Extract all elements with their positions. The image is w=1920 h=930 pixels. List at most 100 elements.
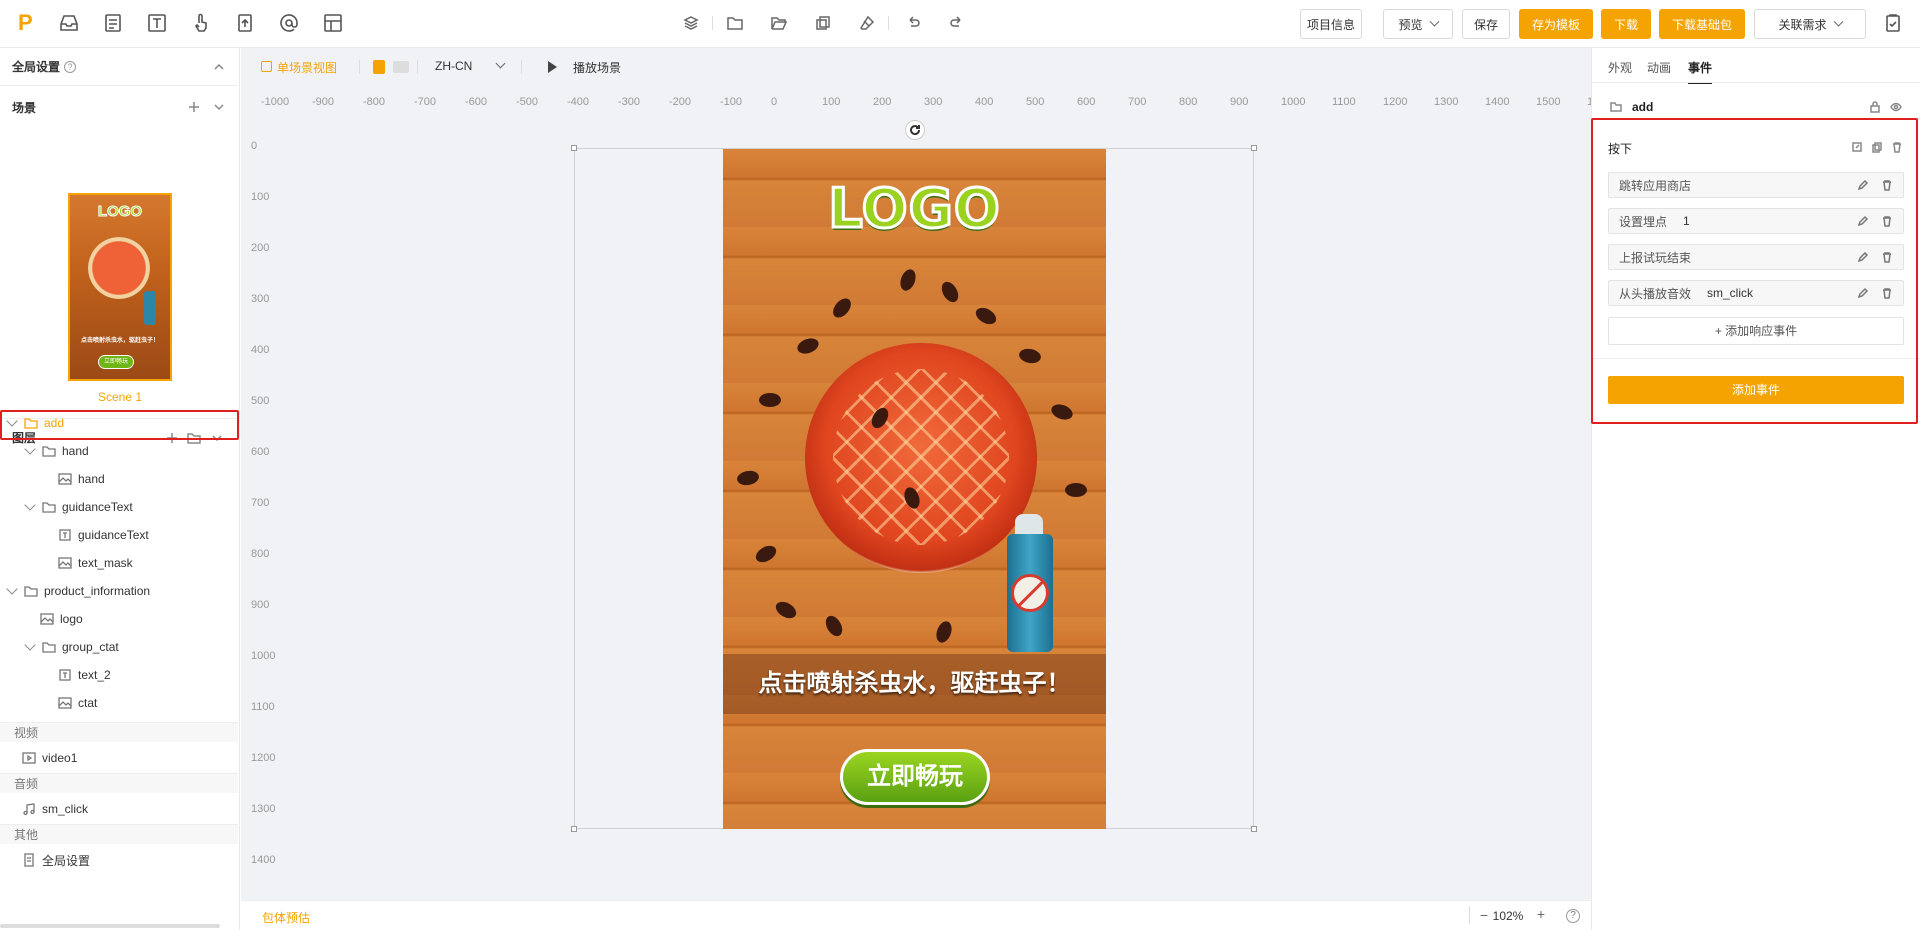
layout-icon[interactable] — [322, 12, 344, 34]
package-size-estimate[interactable]: 包体预估 — [262, 909, 310, 926]
scene-name[interactable]: Scene 1 — [0, 390, 240, 404]
layer-text-mask[interactable]: text_mask — [0, 550, 238, 576]
ruler-tick-label: 600 — [1077, 96, 1096, 108]
resize-handle[interactable] — [571, 826, 577, 832]
hand-pointer-icon[interactable] — [190, 12, 212, 34]
chevron-down-icon[interactable] — [212, 100, 226, 114]
game-play-button[interactable]: 立即畅玩 — [840, 749, 990, 805]
canvas-bottom-bar: 包体预估 − 102% + ? — [241, 900, 1591, 930]
ruler-tick-label: 600 — [251, 446, 270, 458]
play-scene-button[interactable]: 播放场景 — [573, 59, 621, 76]
tab-appearance[interactable]: 外观 — [1608, 59, 1632, 76]
thumb-play-button: 立即畅玩 — [98, 355, 134, 369]
layer-video1[interactable]: video1 — [0, 745, 238, 771]
save-template-button[interactable]: 存为模板 — [1519, 9, 1593, 39]
chevron-up-icon[interactable] — [212, 60, 226, 74]
eye-icon[interactable] — [1890, 101, 1902, 113]
layer-sm-click[interactable]: sm_click — [0, 796, 238, 822]
help-icon[interactable]: ? — [1566, 909, 1580, 923]
document-icon[interactable] — [102, 12, 124, 34]
file-upload-icon[interactable] — [234, 12, 256, 34]
chevron-down-icon — [1429, 16, 1439, 27]
chevron-down-icon[interactable] — [495, 58, 506, 69]
resize-handle[interactable] — [1251, 145, 1257, 151]
bug — [1049, 401, 1075, 423]
layer-product-information[interactable]: product_information — [0, 578, 238, 604]
color-swatch[interactable] — [393, 61, 409, 73]
zoom-level: 102% — [1492, 909, 1524, 923]
tab-events[interactable]: 事件 — [1688, 59, 1713, 84]
ruler-tick-label: 300 — [924, 96, 943, 108]
layer-logo[interactable]: logo — [0, 606, 238, 632]
tab-animation[interactable]: 动画 — [1647, 59, 1671, 76]
app-logo: P — [18, 10, 33, 35]
help-icon[interactable]: ? — [64, 60, 77, 73]
rotate-handle-icon[interactable] — [905, 120, 925, 140]
layer-global-settings[interactable]: 全局设置 — [0, 847, 238, 873]
folder-icon[interactable] — [727, 15, 743, 31]
save-button[interactable]: 保存 — [1462, 9, 1510, 39]
layer-text-2[interactable]: text_2 — [0, 662, 238, 688]
bug — [795, 335, 821, 357]
download-button[interactable]: 下载 — [1601, 9, 1651, 39]
canvas-area: 单场景视图 ZH-CN 播放场景 -1000 -900 -800 -700 -600 -5… — [241, 48, 1611, 930]
layer-label: ctat — [78, 696, 98, 710]
eraser-icon[interactable] — [859, 15, 875, 31]
copy-icon[interactable] — [815, 15, 831, 31]
preview-button[interactable]: 预览 — [1383, 9, 1453, 39]
music-note-icon — [22, 802, 36, 816]
global-settings-header[interactable]: 全局设置 ? — [0, 48, 240, 86]
layer-label: hand — [78, 472, 105, 486]
ruler-tick-label: 300 — [251, 293, 270, 305]
bug — [735, 469, 761, 487]
layer-group-ctat[interactable]: group_ctat — [0, 634, 238, 660]
layer-label: logo — [60, 612, 83, 626]
chevron-down-icon[interactable] — [24, 639, 36, 651]
resize-handle[interactable] — [571, 145, 577, 151]
resize-handle[interactable] — [1251, 826, 1257, 832]
single-scene-view-button[interactable]: 单场景视图 — [277, 59, 337, 76]
layer-guidancetext-group[interactable]: guidanceText — [0, 494, 238, 520]
inbox-icon[interactable] — [58, 12, 80, 34]
chevron-down-icon[interactable] — [24, 499, 36, 511]
play-icon[interactable] — [548, 61, 557, 73]
layer-hand-image[interactable]: hand — [0, 466, 238, 492]
chevron-down-icon — [1833, 16, 1843, 27]
language-select[interactable]: ZH-CN — [435, 59, 472, 73]
add-scene-icon[interactable] — [187, 100, 201, 114]
text-icon[interactable] — [146, 12, 168, 34]
layers-icon[interactable] — [683, 15, 699, 31]
related-requirements-button[interactable]: 关联需求 — [1754, 9, 1866, 39]
bug — [1065, 483, 1087, 497]
layer-hand-group[interactable]: hand — [0, 438, 238, 464]
game-preview[interactable]: LOGO 点击喷射杀虫水，驱赶虫子！ 立即畅玩 — [723, 149, 1106, 829]
other-group-label: 其他 — [0, 824, 238, 844]
ruler-tick-label: 1300 — [251, 803, 276, 815]
download-base-button[interactable]: 下载基础包 — [1659, 9, 1745, 39]
zoom-in-icon[interactable]: + — [1526, 906, 1556, 922]
scene-thumbnail[interactable]: LOGO 点击喷射杀虫水，驱赶虫子！ 立即畅玩 — [68, 193, 172, 381]
folder-icon — [24, 584, 38, 598]
chevron-down-icon[interactable] — [6, 583, 18, 595]
ruler-tick-label: 100 — [251, 191, 270, 203]
global-settings-title: 全局设置 — [12, 60, 61, 74]
horizontal-scrollbar[interactable] — [0, 924, 220, 928]
bug — [822, 612, 846, 640]
redo-icon[interactable] — [949, 15, 965, 31]
layer-guidancetext-text[interactable]: guidanceText — [0, 522, 238, 548]
chevron-down-icon[interactable] — [24, 443, 36, 455]
lock-icon[interactable] — [1869, 101, 1881, 113]
open-folder-icon[interactable] — [771, 15, 788, 31]
layer-ctat[interactable]: ctat — [0, 690, 238, 716]
ruler-tick-label: 1500 — [1536, 96, 1561, 108]
ruler-tick-label: 100 — [822, 96, 841, 108]
at-icon[interactable] — [278, 12, 300, 34]
clipboard-check-icon[interactable] — [1882, 12, 1904, 34]
color-swatch-active[interactable] — [373, 60, 385, 74]
undo-icon[interactable] — [905, 15, 921, 31]
bug — [938, 278, 962, 306]
ruler-tick-label: 0 — [771, 96, 778, 108]
ruler-tick-label: 1400 — [251, 854, 276, 866]
project-info-button[interactable]: 项目信息 — [1300, 9, 1362, 39]
folder-icon — [42, 444, 56, 458]
